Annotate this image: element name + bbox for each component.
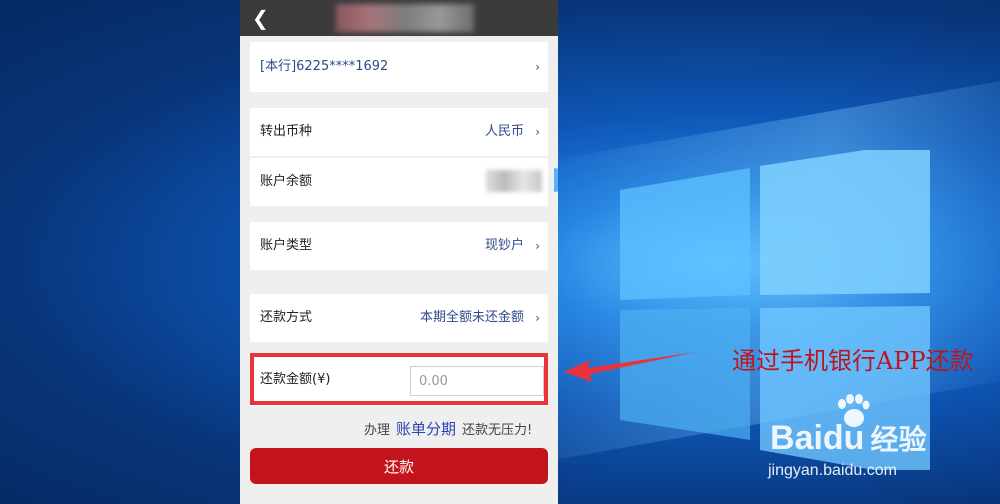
phone-screen: ❮ [本行]6225****1692 › 转出币种 人民币 › 账户余额 账户类… — [240, 0, 558, 504]
chevron-left-icon[interactable]: ❮ — [252, 8, 269, 28]
paw-icon — [838, 394, 870, 427]
repay-method-value: 本期全额未还金额 — [419, 310, 524, 325]
currency-label: 转出币种 — [260, 124, 313, 139]
currency-row[interactable]: 转出币种 人民币 › — [250, 108, 548, 156]
repay-button[interactable]: 还款 — [250, 448, 548, 484]
account-type-label: 账户类型 — [260, 238, 313, 253]
side-handle[interactable] — [554, 168, 558, 192]
arrow-left-icon — [564, 352, 696, 382]
watermark-url: jingyan.baidu.com — [768, 462, 897, 479]
page-title-blurred — [336, 4, 474, 32]
account-type-value: 现钞户 — [484, 238, 524, 253]
baidu-watermark-logo: Baidu 经验 — [770, 394, 927, 458]
chevron-right-icon: › — [535, 239, 540, 253]
account-type-row[interactable]: 账户类型 现钞户 › — [250, 222, 548, 270]
installment-link[interactable]: 账单分期 — [396, 420, 456, 438]
chevron-right-icon: › — [535, 311, 540, 325]
top-bar: ❮ — [240, 0, 558, 36]
currency-value: 人民币 — [484, 124, 524, 139]
balance-label: 账户余额 — [260, 174, 313, 189]
card-number: [本行]6225****1692 — [260, 59, 389, 74]
promo-suffix: 还款无压力! — [462, 423, 533, 438]
card-selector[interactable]: [本行]6225****1692 › — [250, 42, 548, 92]
promo-prefix: 办理 — [364, 423, 391, 438]
balance-row: 账户余额 — [250, 158, 548, 206]
annotation-text: 通过手机银行APP还款 — [732, 347, 974, 375]
repay-method-row[interactable]: 还款方式 本期全额未还金额 › — [250, 294, 548, 342]
highlight-box — [250, 353, 548, 405]
installment-promo: 办理 账单分期 还款无压力! — [364, 418, 532, 439]
chevron-right-icon: › — [535, 60, 540, 74]
watermark-logo-cn: 经验 — [870, 424, 927, 455]
balance-value-blurred — [486, 170, 542, 192]
repay-method-label: 还款方式 — [260, 310, 313, 325]
chevron-right-icon: › — [535, 125, 540, 139]
